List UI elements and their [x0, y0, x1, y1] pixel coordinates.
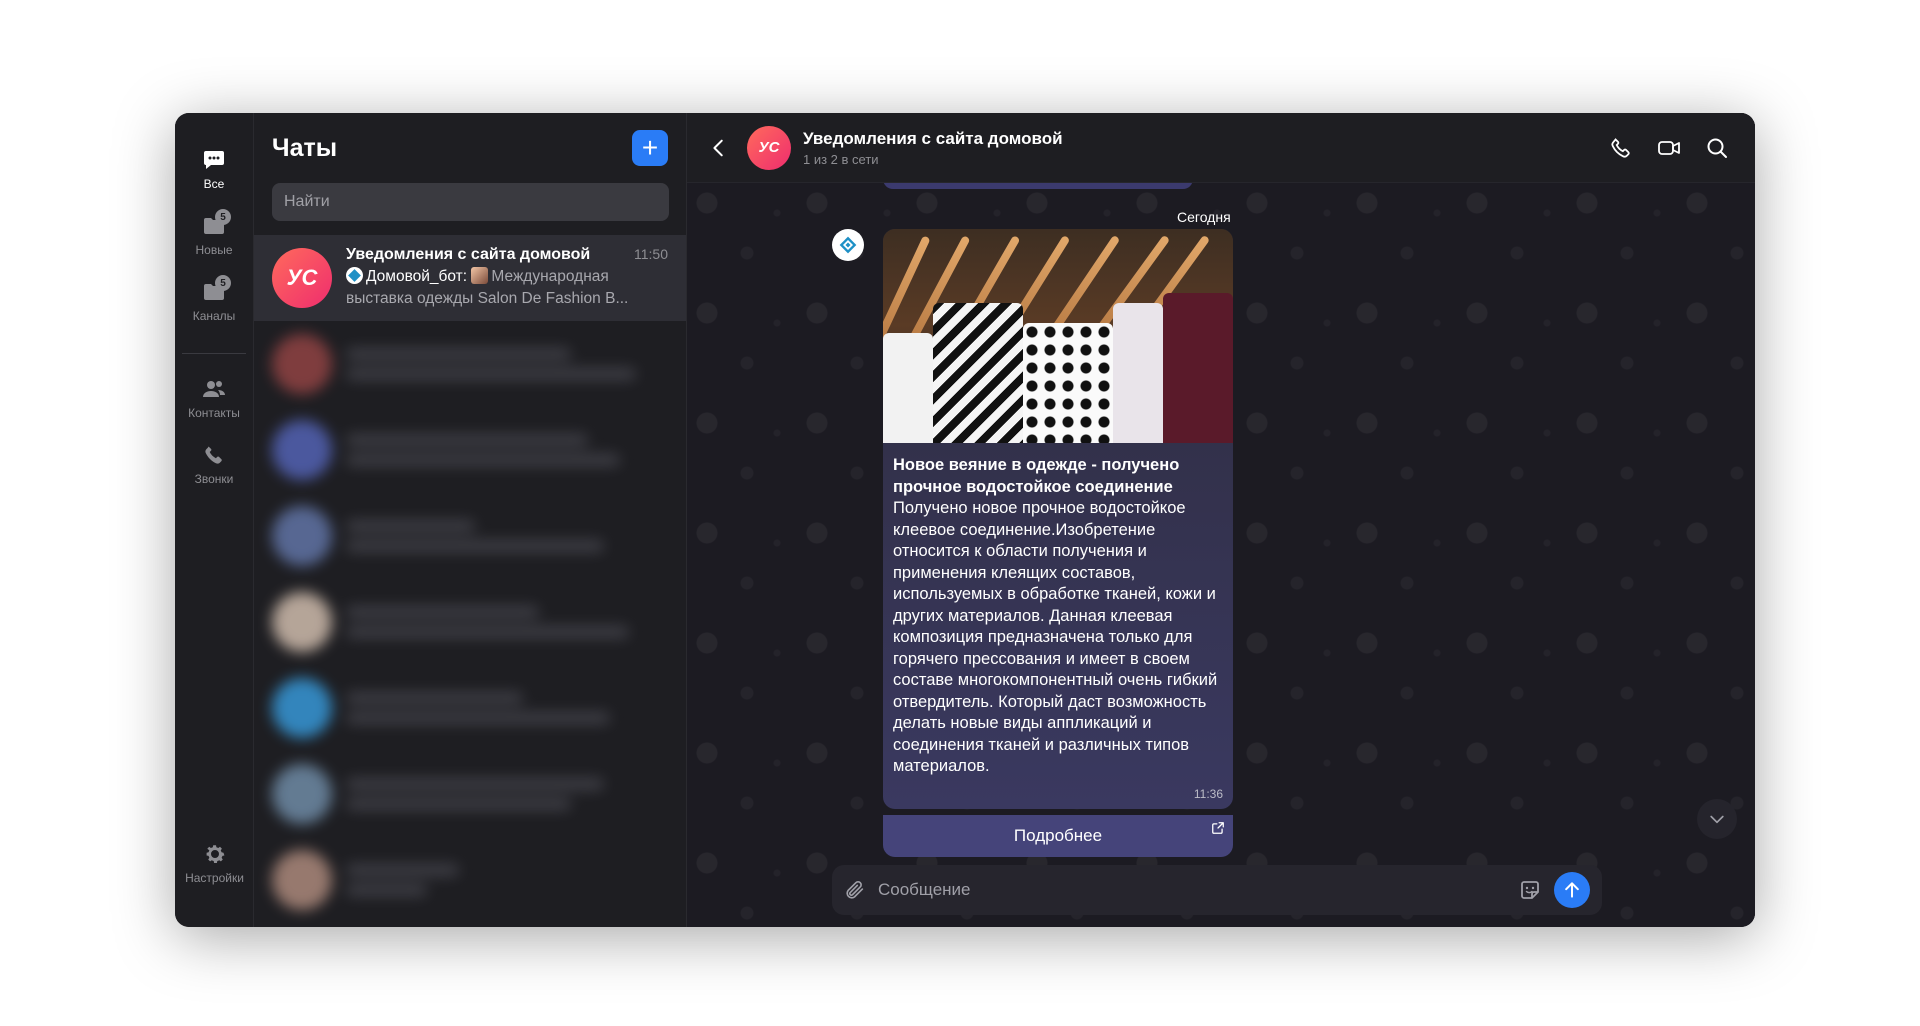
message-input[interactable] [878, 880, 1518, 900]
external-link-icon [1212, 822, 1224, 834]
search-icon [1707, 138, 1727, 158]
contacts-icon [201, 376, 227, 402]
rail-item-label: Звонки [194, 472, 234, 486]
chat-list-item-blurred[interactable] [254, 665, 686, 751]
avatar [272, 592, 332, 652]
search-input[interactable] [272, 183, 669, 221]
avatar [272, 678, 332, 738]
chevron-down-icon [1710, 815, 1724, 824]
chat-preview: Домовой_бот: Международная выставка одеж… [346, 266, 668, 310]
message-time: 11:36 [1193, 787, 1223, 801]
date-separator: Сегодня [1177, 209, 1231, 225]
plus-icon: + [641, 132, 659, 163]
rail-item-settings[interactable]: Настройки [175, 841, 254, 885]
chat-list-item-blurred[interactable] [254, 751, 686, 837]
bot-icon [346, 267, 363, 284]
avatar [272, 764, 332, 824]
rail-divider [182, 353, 246, 354]
chat-list-item-blurred[interactable] [254, 407, 686, 493]
chat-list-title: Чаты [272, 133, 338, 162]
rail-item-label: Каналы [192, 309, 236, 323]
rail-item-channels[interactable]: 5 Каналы [175, 275, 254, 323]
message-title: Новое веяние в одежде - получено прочное… [893, 456, 1180, 496]
preview-sender: Домовой_бот: [366, 268, 468, 285]
chat-list-item-blurred[interactable] [254, 493, 686, 579]
message-image[interactable] [883, 229, 1233, 443]
back-button[interactable] [705, 134, 733, 162]
rail-item-new[interactable]: 5 Новые [175, 209, 254, 257]
conversation-avatar[interactable]: УС [747, 125, 791, 170]
unread-badge: 5 [215, 275, 231, 291]
unread-badge: 5 [215, 209, 231, 225]
chat-bubble-icon [201, 147, 227, 173]
online-status: 1 из 2 в сети [803, 151, 879, 167]
messenger-window: Все 5 Новые 5 Каналы Контакты Звонки Нас… [175, 113, 1755, 927]
search-button[interactable] [1697, 128, 1737, 168]
phone-icon [201, 442, 227, 468]
conversation-panel: УС Уведомления с сайта домовой 1 из 2 в … [687, 113, 1755, 927]
chat-list-item[interactable]: УС Уведомления с сайта домовой 11:50 Дом… [254, 235, 686, 321]
arrow-up-icon [1565, 882, 1579, 898]
avatar [272, 334, 332, 394]
folder-icon: 5 [201, 209, 231, 239]
rail-item-calls[interactable]: Звонки [175, 442, 254, 486]
video-camera-icon [1658, 140, 1680, 155]
avatar [272, 420, 332, 480]
new-chat-button[interactable]: + [632, 130, 668, 166]
avatar [272, 506, 332, 566]
video-call-button[interactable] [1649, 128, 1689, 168]
chat-list-panel: Чаты + УС Уведомления с сайта домовой 11… [254, 113, 687, 927]
folder-icon: 5 [201, 275, 231, 305]
chat-list-item-blurred[interactable] [254, 837, 686, 923]
chat-name: Уведомления с сайта домовой [346, 246, 591, 263]
rail-item-label: Новые [195, 243, 233, 257]
avatar: УС [272, 248, 332, 308]
message-composer [832, 865, 1602, 915]
sticker-icon[interactable] [1518, 878, 1542, 902]
chat-list-header: Чаты + [254, 113, 686, 183]
paperclip-icon[interactable] [844, 879, 866, 901]
more-details-button[interactable]: Подробнее [883, 815, 1233, 857]
call-button[interactable] [1601, 128, 1641, 168]
send-button[interactable] [1554, 872, 1590, 908]
chat-time: 11:50 [634, 246, 668, 262]
bot-avatar-icon[interactable] [832, 229, 864, 261]
rail-item-all[interactable]: Все [175, 147, 254, 191]
scroll-to-bottom-button[interactable] [1697, 799, 1737, 839]
conversation-header: УС Уведомления с сайта домовой 1 из 2 в … [687, 113, 1755, 183]
conversation-title[interactable]: Уведомления с сайта домовой [803, 129, 1593, 149]
chat-list-item-blurred[interactable] [254, 579, 686, 665]
phone-icon [1611, 137, 1630, 158]
nav-rail: Все 5 Новые 5 Каналы Контакты Звонки Нас… [175, 113, 254, 927]
chevron-left-icon [713, 139, 723, 156]
gear-icon [202, 841, 228, 867]
image-thumbnail-icon [471, 267, 489, 284]
message-area[interactable]: Сегодня Новое веяние в одежде - получено… [687, 183, 1755, 927]
rail-item-contacts[interactable]: Контакты [175, 376, 254, 420]
message-bubble[interactable]: Новое веяние в одежде - получено прочное… [883, 229, 1233, 809]
previous-message-edge [883, 183, 1193, 189]
rail-item-label: Все [203, 177, 225, 191]
rail-item-label: Настройки [185, 871, 244, 885]
rail-item-label: Контакты [188, 406, 240, 420]
chat-list-item-blurred[interactable] [254, 321, 686, 407]
avatar [272, 850, 332, 910]
more-details-label: Подробнее [1013, 826, 1103, 845]
message-body: Получено новое прочное водостойкое клеев… [893, 499, 1218, 775]
